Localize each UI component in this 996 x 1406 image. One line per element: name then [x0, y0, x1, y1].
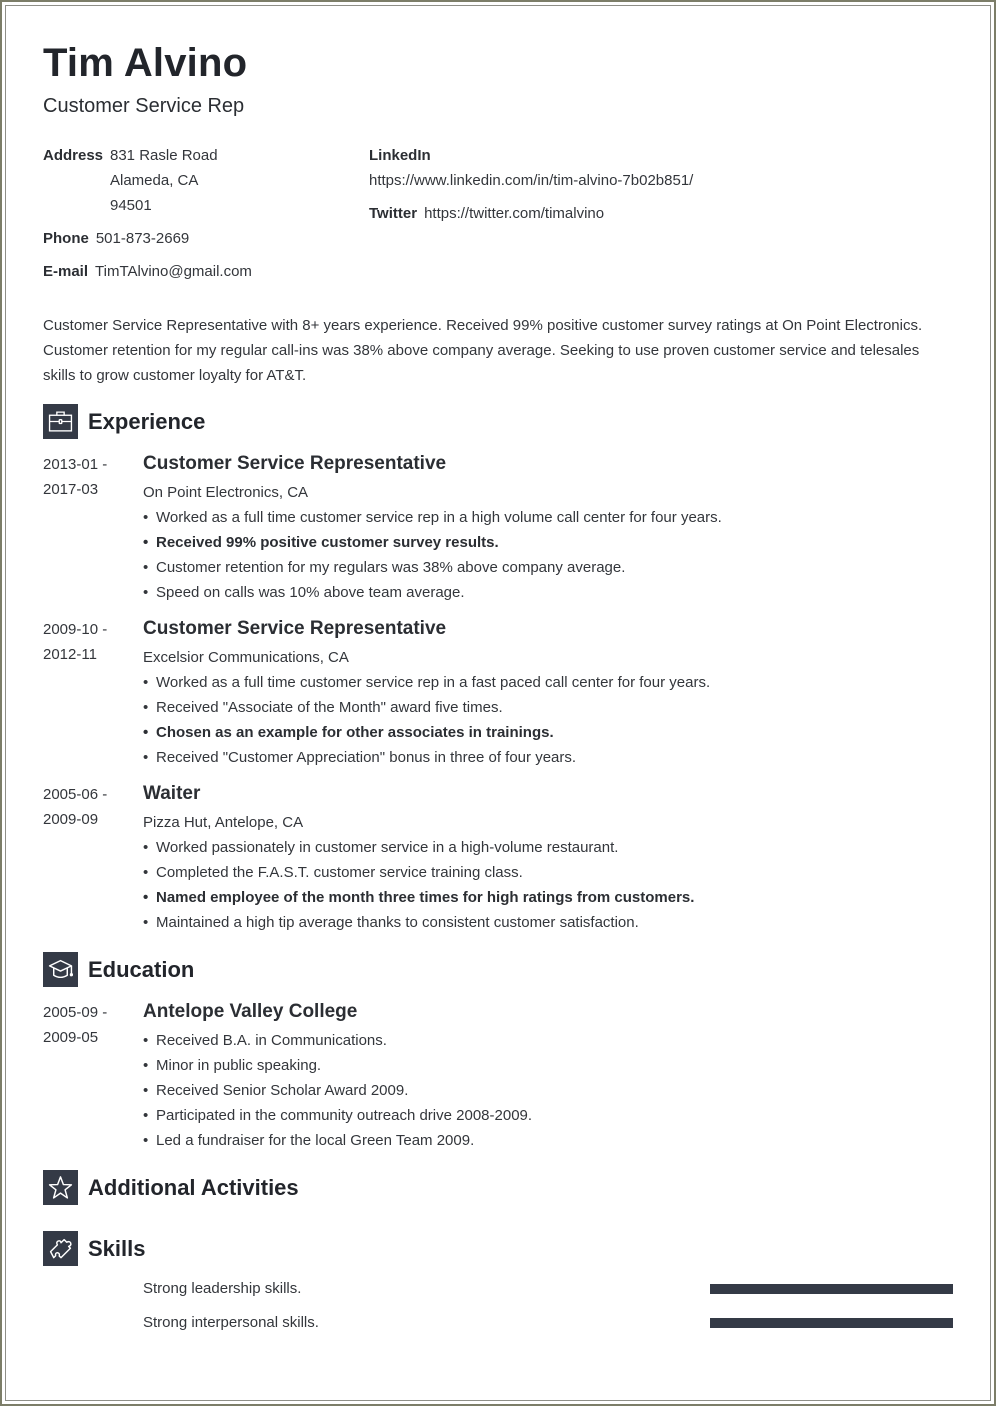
bullet-item: Worked as a full time customer service r…: [143, 670, 943, 695]
star-icon: [43, 1170, 78, 1205]
entry-dates: 2005-09 - 2009-05: [43, 1000, 133, 1050]
phone-label: Phone: [43, 230, 89, 247]
skill-row: Strong leadership skills.: [143, 1276, 953, 1301]
date-start: 2005-09 -: [43, 1004, 108, 1021]
email-link[interactable]: TimTAlvino@gmail.com: [95, 263, 252, 280]
address-line: 831 Rasle Road: [110, 147, 218, 164]
candidate-title: Customer Service Rep: [43, 95, 245, 117]
bullet-item: Worked as a full time customer service r…: [143, 505, 943, 530]
bullet-item: Maintained a high tip average thanks to …: [143, 910, 943, 935]
address-label: Address: [43, 147, 104, 164]
bullet-item: Participated in the community outreach d…: [143, 1103, 943, 1128]
bullet-item: Named employee of the month three times …: [143, 885, 943, 910]
company: Excelsior Communications, CA: [143, 649, 349, 666]
skill-row: Strong interpersonal skills.: [143, 1310, 953, 1335]
entry-dates: 2009-10 - 2012-11: [43, 617, 133, 667]
bullet-item: Worked passionately in customer service …: [143, 835, 943, 860]
bullet-list: Worked passionately in customer service …: [143, 835, 943, 935]
company: On Point Electronics, CA: [143, 484, 309, 501]
entry-body: Antelope Valley College Received B.A. in…: [143, 1000, 943, 1153]
contact-linkedin: LinkedIn https://www.linkedin.com/in/tim…: [369, 143, 693, 193]
bullet-item: Completed the F.A.S.T. customer service …: [143, 860, 943, 885]
bullet-list: Received B.A. in Communications. Minor i…: [143, 1028, 943, 1153]
job-title: Customer Service Representative: [143, 618, 447, 639]
briefcase-icon: [43, 404, 78, 439]
contact-email: E-mail TimTAlvino@gmail.com: [43, 259, 252, 284]
skill-level-bar: [710, 1318, 953, 1328]
puzzle-piece-icon: [43, 1231, 78, 1266]
skill-level-bar: [710, 1284, 953, 1294]
bullet-item: Received "Customer Appreciation" bonus i…: [143, 745, 943, 770]
date-end: 2017-03: [43, 481, 99, 498]
date-start: 2013-01 -: [43, 456, 108, 473]
section-header-education: Education: [43, 952, 194, 987]
entry-body: Waiter Pizza Hut, Antelope, CA Worked pa…: [143, 782, 943, 935]
linkedin-label: LinkedIn: [369, 147, 431, 164]
date-start: 2009-10 -: [43, 621, 108, 638]
bullet-list: Worked as a full time customer service r…: [143, 670, 943, 770]
date-end: 2009-05: [43, 1029, 99, 1046]
skill-name: Strong leadership skills.: [143, 1280, 302, 1297]
address-lines: 831 Rasle Road Alameda, CA 94501: [110, 143, 218, 218]
date-end: 2012-11: [43, 646, 97, 663]
bullet-list: Worked as a full time customer service r…: [143, 505, 943, 605]
contact-phone: Phone 501-873-2669: [43, 226, 189, 251]
skill-name: Strong interpersonal skills.: [143, 1314, 319, 1331]
address-line: Alameda, CA: [110, 172, 199, 189]
bullet-item: Chosen as an example for other associate…: [143, 720, 943, 745]
company: Pizza Hut, Antelope, CA: [143, 814, 304, 831]
twitter-label: Twitter: [369, 205, 418, 222]
section-title: Experience: [88, 408, 206, 434]
graduation-cap-icon: [43, 952, 78, 987]
date-start: 2005-06 -: [43, 786, 108, 803]
bullet-item: Received B.A. in Communications.: [143, 1028, 943, 1053]
bullet-item: Received "Associate of the Month" award …: [143, 695, 943, 720]
section-header-experience: Experience: [43, 404, 205, 439]
bullet-item: Minor in public speaking.: [143, 1053, 943, 1078]
entry-body: Customer Service Representative Excelsio…: [143, 617, 943, 770]
candidate-name: Tim Alvino: [43, 41, 248, 85]
profile-summary: Customer Service Representative with 8+ …: [43, 317, 923, 384]
entry-dates: 2013-01 - 2017-03: [43, 452, 133, 502]
bullet-item: Speed on calls was 10% above team averag…: [143, 580, 943, 605]
linkedin-link[interactable]: https://www.linkedin.com/in/tim-alvino-7…: [369, 168, 693, 193]
job-title: Customer Service Representative: [143, 453, 447, 474]
bullet-item: Received 99% positive customer survey re…: [143, 530, 943, 555]
entry-body: Customer Service Representative On Point…: [143, 452, 943, 605]
section-header-activities: Additional Activities: [43, 1170, 299, 1205]
section-header-skills: Skills: [43, 1231, 145, 1266]
email-label: E-mail: [43, 263, 89, 280]
school-name: Antelope Valley College: [143, 1001, 358, 1022]
entry-dates: 2005-06 - 2009-09: [43, 782, 133, 832]
job-title: Waiter: [143, 783, 201, 804]
bullet-item: Customer retention for my regulars was 3…: [143, 555, 943, 580]
date-end: 2009-09: [43, 811, 99, 828]
bullet-item: Led a fundraiser for the local Green Tea…: [143, 1128, 943, 1153]
contact-twitter: Twitter https://twitter.com/timalvino: [369, 201, 604, 226]
section-title: Skills: [88, 1235, 146, 1261]
skill-level-fill: [710, 1318, 953, 1328]
section-title: Additional Activities: [88, 1174, 299, 1200]
section-title: Education: [88, 956, 195, 982]
phone-value: 501-873-2669: [95, 230, 190, 247]
twitter-link[interactable]: https://twitter.com/timalvino: [424, 205, 604, 222]
skill-level-fill: [710, 1284, 953, 1294]
address-line: 94501: [110, 197, 152, 214]
bullet-item: Received Senior Scholar Award 2009.: [143, 1078, 943, 1103]
